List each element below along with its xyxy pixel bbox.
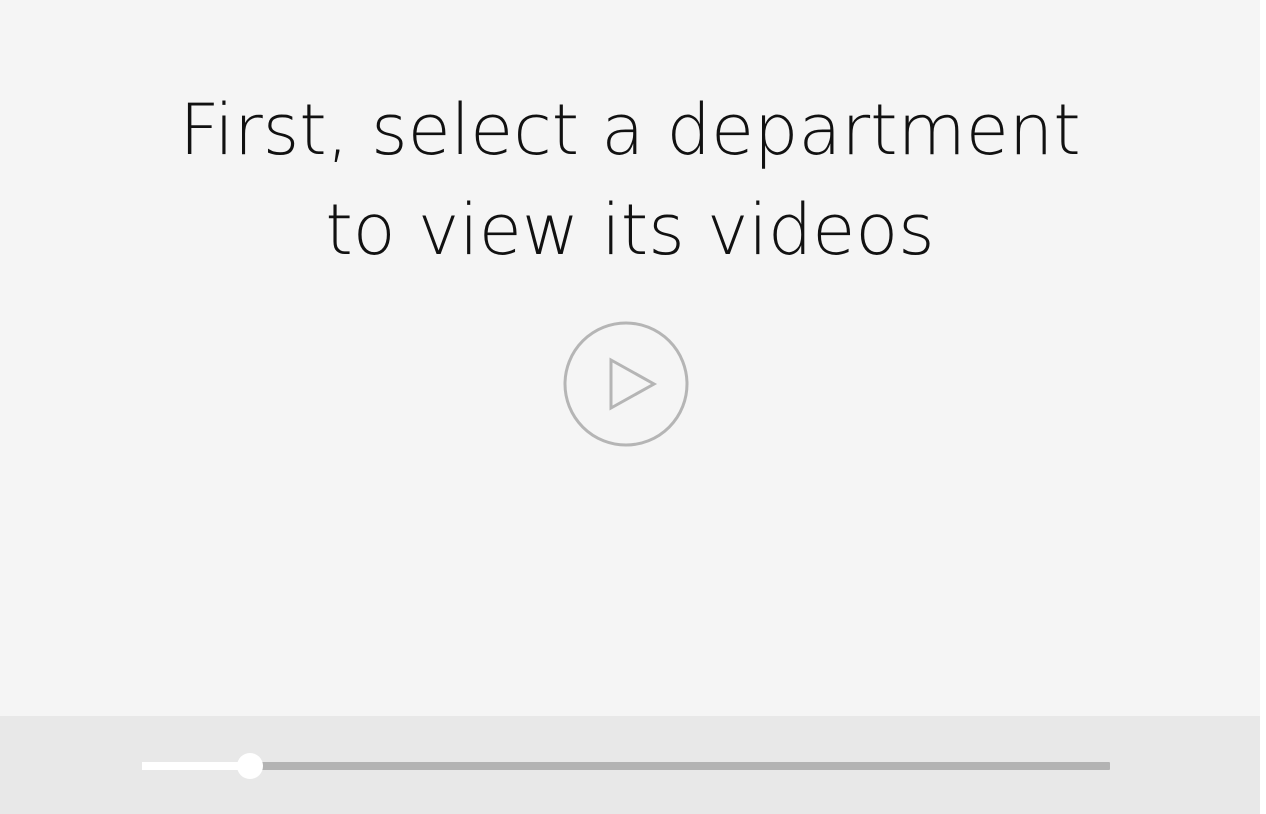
play-button[interactable] [563, 321, 689, 447]
video-stage: First, select a department to view its v… [0, 0, 1260, 716]
play-circle-icon [563, 321, 689, 447]
progress-handle[interactable] [237, 753, 264, 779]
empty-state-message-line-2: to view its videos [325, 189, 935, 271]
progress-played [142, 762, 251, 770]
player-controls-bar [0, 716, 1260, 814]
empty-state-message: First, select a department to view its v… [0, 80, 1260, 280]
progress-track[interactable] [142, 753, 1110, 779]
window-edge [1260, 0, 1266, 814]
empty-state-message-line-1: First, select a department [179, 89, 1081, 171]
